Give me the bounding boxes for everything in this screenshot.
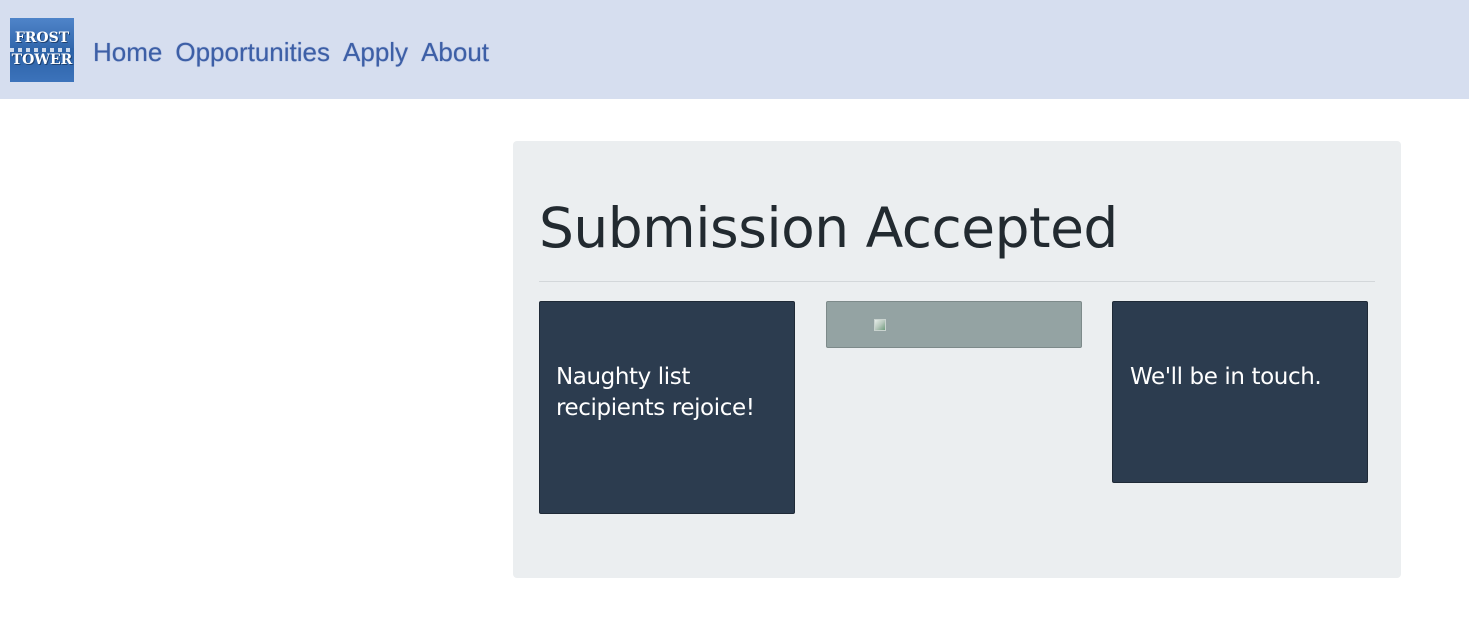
image-placeholder	[826, 301, 1082, 348]
message-card-right: We'll be in touch.	[1112, 301, 1368, 483]
title-divider	[539, 281, 1375, 282]
logo-line-2: TOWER	[11, 52, 73, 68]
page-title: Submission Accepted	[539, 196, 1118, 260]
submission-panel: Submission Accepted Naughty list recipie…	[513, 141, 1401, 578]
message-card-left: Naughty list recipients rejoice!	[539, 301, 795, 514]
logo-line-1: FROST	[14, 30, 70, 46]
nav-link-apply[interactable]: Apply	[343, 34, 408, 70]
nav-link-about[interactable]: About	[421, 34, 489, 70]
nav-link-home[interactable]: Home	[93, 34, 162, 70]
broken-image-icon	[874, 319, 886, 331]
navbar: FROST TOWER Home Opportunities Apply Abo…	[0, 0, 1469, 99]
nav-link-opportunities[interactable]: Opportunities	[175, 34, 330, 70]
frost-tower-logo[interactable]: FROST TOWER	[10, 18, 74, 82]
nav-links: Home Opportunities Apply About	[93, 34, 489, 70]
card-text-right: We'll be in touch.	[1130, 364, 1322, 390]
card-text-left: Naughty list recipients rejoice!	[556, 364, 755, 421]
